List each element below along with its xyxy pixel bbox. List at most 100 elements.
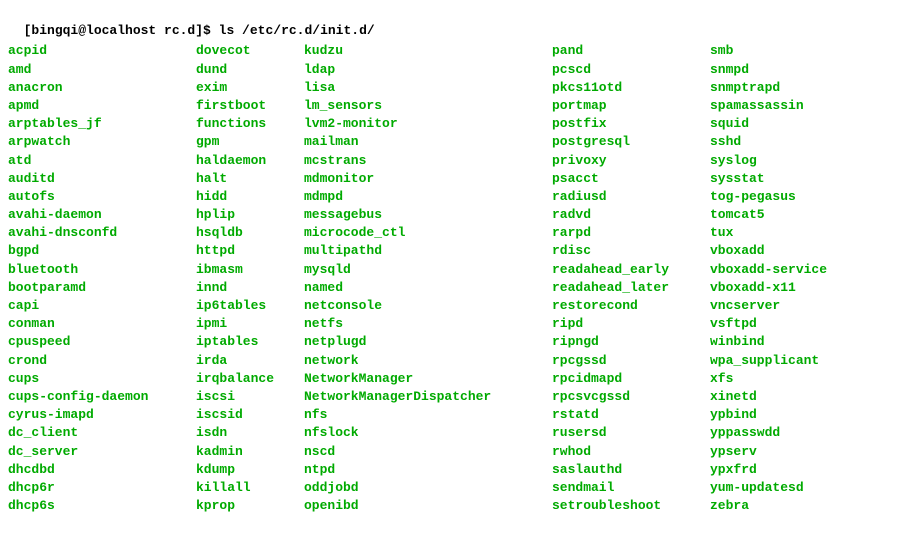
service-entry: kdump bbox=[196, 461, 296, 479]
service-entry: sendmail bbox=[552, 479, 702, 497]
service-entry: microcode_ctl bbox=[304, 224, 544, 242]
service-entry: ldap bbox=[304, 61, 544, 79]
service-entry: bootparamd bbox=[8, 279, 188, 297]
service-entry: ypserv bbox=[710, 443, 860, 461]
service-entry: dc_client bbox=[8, 424, 188, 442]
service-entry: acpid bbox=[8, 42, 188, 60]
service-entry: rpcidmapd bbox=[552, 370, 702, 388]
service-entry: snmptrapd bbox=[710, 79, 860, 97]
prompt-command: ls /etc/rc.d/init.d/ bbox=[219, 23, 375, 38]
service-entry: innd bbox=[196, 279, 296, 297]
service-entry: ibmasm bbox=[196, 261, 296, 279]
service-entry: snmpd bbox=[710, 61, 860, 79]
service-entry: xfs bbox=[710, 370, 860, 388]
service-entry: kadmin bbox=[196, 443, 296, 461]
service-entry: arpwatch bbox=[8, 133, 188, 151]
service-entry: dhcp6s bbox=[8, 497, 188, 515]
service-entry: functions bbox=[196, 115, 296, 133]
service-entry: nfs bbox=[304, 406, 544, 424]
service-entry: autofs bbox=[8, 188, 188, 206]
service-entry: smb bbox=[710, 42, 860, 60]
service-entry: ypbind bbox=[710, 406, 860, 424]
service-entry: gpm bbox=[196, 133, 296, 151]
service-entry: halt bbox=[196, 170, 296, 188]
prompt-user-host: [bingqi@localhost rc.d]$ bbox=[24, 23, 219, 38]
service-entry: named bbox=[304, 279, 544, 297]
service-entry: avahi-dnsconfd bbox=[8, 224, 188, 242]
service-entry: NetworkManager bbox=[304, 370, 544, 388]
service-entry: mdmonitor bbox=[304, 170, 544, 188]
listing-column-0: acpidamdanacronapmdarptables_jfarpwatcha… bbox=[8, 42, 188, 515]
service-entry: rwhod bbox=[552, 443, 702, 461]
service-entry: bgpd bbox=[8, 242, 188, 260]
service-entry: tomcat5 bbox=[710, 206, 860, 224]
service-entry: squid bbox=[710, 115, 860, 133]
service-entry: pkcs11otd bbox=[552, 79, 702, 97]
service-entry: nfslock bbox=[304, 424, 544, 442]
service-entry: radvd bbox=[552, 206, 702, 224]
service-entry: netfs bbox=[304, 315, 544, 333]
service-entry: syslog bbox=[710, 152, 860, 170]
listing-column-1: dovecotdundeximfirstbootfunctionsgpmhald… bbox=[196, 42, 296, 515]
service-entry: vsftpd bbox=[710, 315, 860, 333]
service-entry: rpcsvcgssd bbox=[552, 388, 702, 406]
service-entry: winbind bbox=[710, 333, 860, 351]
service-entry: lm_sensors bbox=[304, 97, 544, 115]
service-entry: httpd bbox=[196, 242, 296, 260]
service-entry: isdn bbox=[196, 424, 296, 442]
service-entry: rarpd bbox=[552, 224, 702, 242]
service-entry: dc_server bbox=[8, 443, 188, 461]
service-entry: iptables bbox=[196, 333, 296, 351]
service-entry: cups-config-daemon bbox=[8, 388, 188, 406]
service-entry: xinetd bbox=[710, 388, 860, 406]
service-entry: saslauthd bbox=[552, 461, 702, 479]
service-entry: spamassassin bbox=[710, 97, 860, 115]
service-entry: kprop bbox=[196, 497, 296, 515]
service-entry: dovecot bbox=[196, 42, 296, 60]
service-entry: mysqld bbox=[304, 261, 544, 279]
service-entry: bluetooth bbox=[8, 261, 188, 279]
service-entry: auditd bbox=[8, 170, 188, 188]
service-entry: restorecond bbox=[552, 297, 702, 315]
service-entry: ntpd bbox=[304, 461, 544, 479]
service-entry: multipathd bbox=[304, 242, 544, 260]
service-entry: wpa_supplicant bbox=[710, 352, 860, 370]
service-entry: setroubleshoot bbox=[552, 497, 702, 515]
service-entry: haldaemon bbox=[196, 152, 296, 170]
service-entry: anacron bbox=[8, 79, 188, 97]
service-entry: tog-pegasus bbox=[710, 188, 860, 206]
service-entry: ripd bbox=[552, 315, 702, 333]
service-entry: dhcdbd bbox=[8, 461, 188, 479]
service-entry: zebra bbox=[710, 497, 860, 515]
service-entry: readahead_later bbox=[552, 279, 702, 297]
service-entry: vboxadd bbox=[710, 242, 860, 260]
service-entry: vboxadd-x11 bbox=[710, 279, 860, 297]
service-entry: irqbalance bbox=[196, 370, 296, 388]
service-entry: psacct bbox=[552, 170, 702, 188]
service-entry: cyrus-imapd bbox=[8, 406, 188, 424]
service-entry: ip6tables bbox=[196, 297, 296, 315]
service-entry: tux bbox=[710, 224, 860, 242]
service-entry: hplip bbox=[196, 206, 296, 224]
service-entry: amd bbox=[8, 61, 188, 79]
service-entry: firstboot bbox=[196, 97, 296, 115]
service-entry: ipmi bbox=[196, 315, 296, 333]
service-entry: mailman bbox=[304, 133, 544, 151]
service-entry: lvm2-monitor bbox=[304, 115, 544, 133]
service-entry: rusersd bbox=[552, 424, 702, 442]
service-entry: iscsid bbox=[196, 406, 296, 424]
service-entry: capi bbox=[8, 297, 188, 315]
ls-output-listing: acpidamdanacronapmdarptables_jfarpwatcha… bbox=[8, 42, 906, 515]
service-entry: messagebus bbox=[304, 206, 544, 224]
service-entry: readahead_early bbox=[552, 261, 702, 279]
listing-column-2: kudzuldaplisalm_sensorslvm2-monitormailm… bbox=[304, 42, 544, 515]
service-entry: kudzu bbox=[304, 42, 544, 60]
service-entry: radiusd bbox=[552, 188, 702, 206]
service-entry: vboxadd-service bbox=[710, 261, 860, 279]
service-entry: arptables_jf bbox=[8, 115, 188, 133]
service-entry: atd bbox=[8, 152, 188, 170]
service-entry: pand bbox=[552, 42, 702, 60]
service-entry: cpuspeed bbox=[8, 333, 188, 351]
service-entry: netconsole bbox=[304, 297, 544, 315]
service-entry: portmap bbox=[552, 97, 702, 115]
